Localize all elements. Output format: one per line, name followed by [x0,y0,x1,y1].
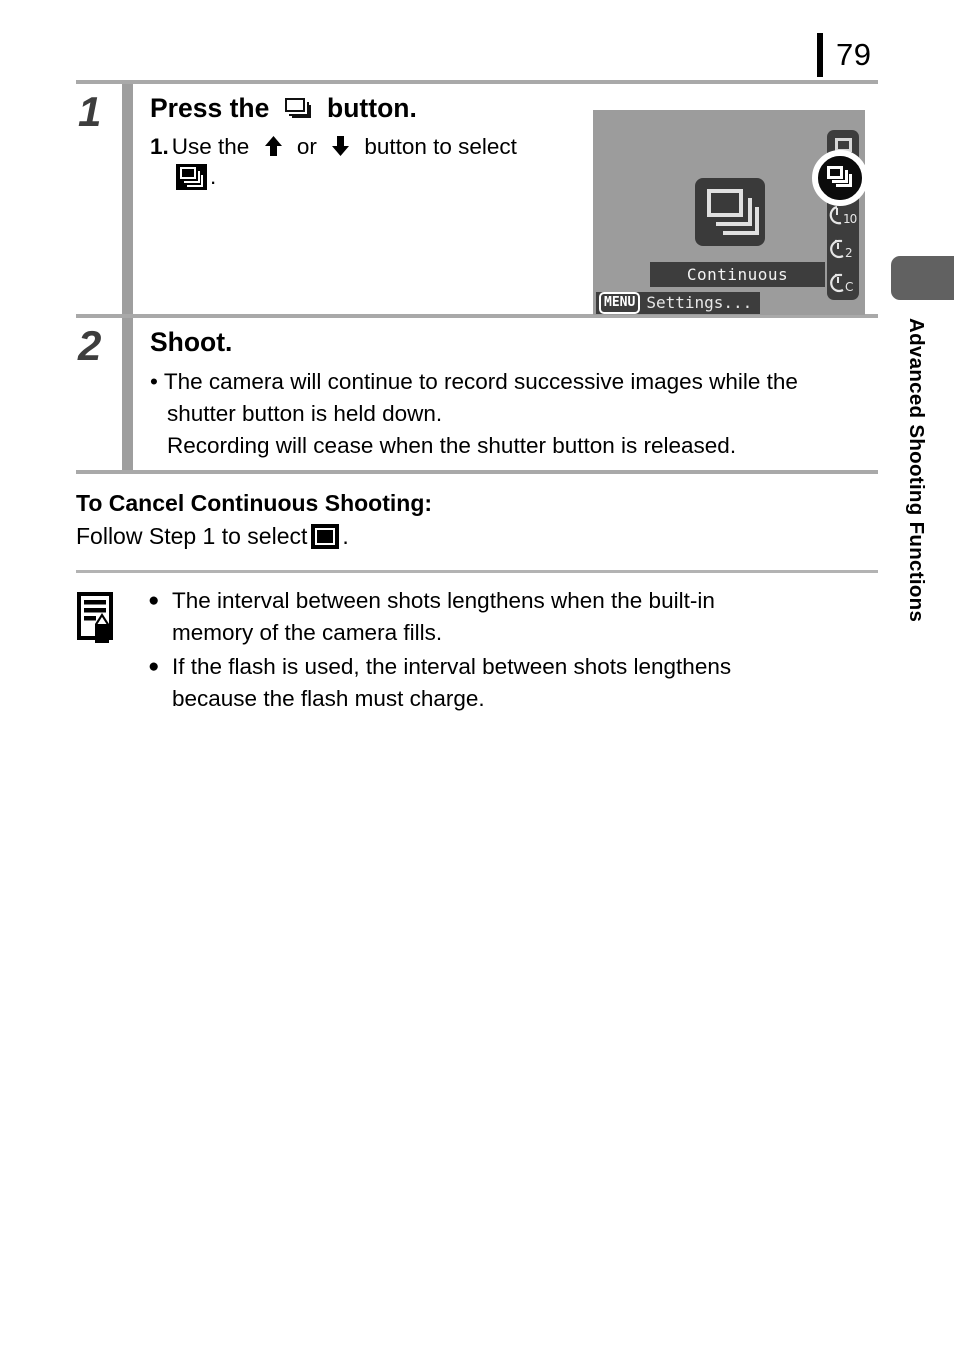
note-pencil-icon [76,591,120,647]
substep-text-mid: or [290,134,324,159]
page-number-rule [817,33,823,77]
step-2-title-text: Shoot. [150,327,233,357]
cancel-text-before: Follow Step 1 to select [76,523,308,549]
note-bullet: ● [148,656,160,677]
page-number: 79 [836,37,872,72]
step-1-number: 1 [78,88,101,135]
step-2-bullet-1: • The camera will continue to record succ… [150,366,878,398]
bullet-dot: • [150,369,158,394]
step-2-body: Shoot. • The camera will continue to reco… [133,318,878,470]
arrow-down-icon [330,135,351,158]
single-shot-icon [311,523,340,549]
strip-item-self-timer-custom[interactable]: C [827,266,859,300]
camera-lcd-screenshot: Continuous MENU Settings... 10 2 C [593,110,865,315]
lcd-mode-label: Continuous [650,262,825,287]
continuous-shooting-selected-icon [827,166,853,188]
svg-text:C: C [845,280,853,294]
note-item-text: The interval between shots lengthens whe… [172,585,878,649]
note-list: ● The interval between shots lengthens w… [140,585,878,717]
step-1-title-before: Press the [150,93,277,123]
svg-text:2: 2 [845,246,852,260]
note-item-line2: because the flash must charge. [172,686,485,711]
strip-item-self-timer-2s[interactable]: 2 [827,232,859,266]
chapter-tab-marker [891,256,954,300]
lcd-menu-text: Settings... [646,293,753,312]
note-item: ● The interval between shots lengthens w… [146,585,878,649]
substep-line2-after: . [210,164,217,189]
step-2-accent-bar [122,318,133,470]
note-item-line1: If the flash is used, the interval betwe… [172,654,732,679]
note-item-text: If the flash is used, the interval betwe… [172,651,878,715]
continuous-shooting-large-icon [695,178,765,246]
arrow-up-icon [263,135,284,158]
self-timer-2s-icon: 2 [828,239,858,260]
substep-text-before: Use the [171,134,256,159]
step-2-title: Shoot. [150,326,878,358]
note-icon-cell [76,585,140,717]
note-item: ● If the flash is used, the interval bet… [146,651,878,715]
substep-text-after: button to select [358,134,517,159]
cancel-section: To Cancel Continuous Shooting: Follow St… [76,474,878,552]
note-section: ● The interval between shots lengthens w… [76,573,878,717]
note-bullet: ● [148,590,160,611]
step-2-number: 2 [78,322,101,369]
step-1-number-cell: 1 [76,84,122,314]
lcd-menu-row[interactable]: MENU Settings... [596,292,761,314]
chapter-tab-label: Advanced Shooting Functions [905,318,928,623]
page-header: 79 [0,20,954,77]
cancel-text-after: . [342,523,349,549]
note-item-line2: memory of the camera fills. [172,620,443,645]
step-1-accent-bar [122,84,133,314]
self-timer-10s-icon: 10 [828,205,858,226]
cancel-section-heading: To Cancel Continuous Shooting: [76,490,433,516]
step-2-bullet-1-line1: The camera will continue to record succe… [163,369,798,394]
step-2-number-cell: 2 [76,318,122,470]
step-2-bullet-1-line2: shutter button is held down. [167,401,443,426]
substep-number: 1. [150,134,169,159]
continuous-shooting-icon [284,97,311,119]
step-2-bullet-1-line3: Recording will cease when the shutter bu… [167,433,737,458]
continuous-shooting-selected-icon [176,164,207,190]
svg-text:10: 10 [843,212,857,226]
self-timer-custom-icon: C [828,273,858,294]
note-item-line1: The interval between shots lengthens whe… [172,588,715,613]
cancel-section-body: Follow Step 1 to select . [76,520,878,552]
step-1-title-after: button. [319,93,417,123]
step-2: 2 Shoot. • The camera will continue to re… [76,318,878,470]
menu-button-badge[interactable]: MENU [599,292,641,314]
